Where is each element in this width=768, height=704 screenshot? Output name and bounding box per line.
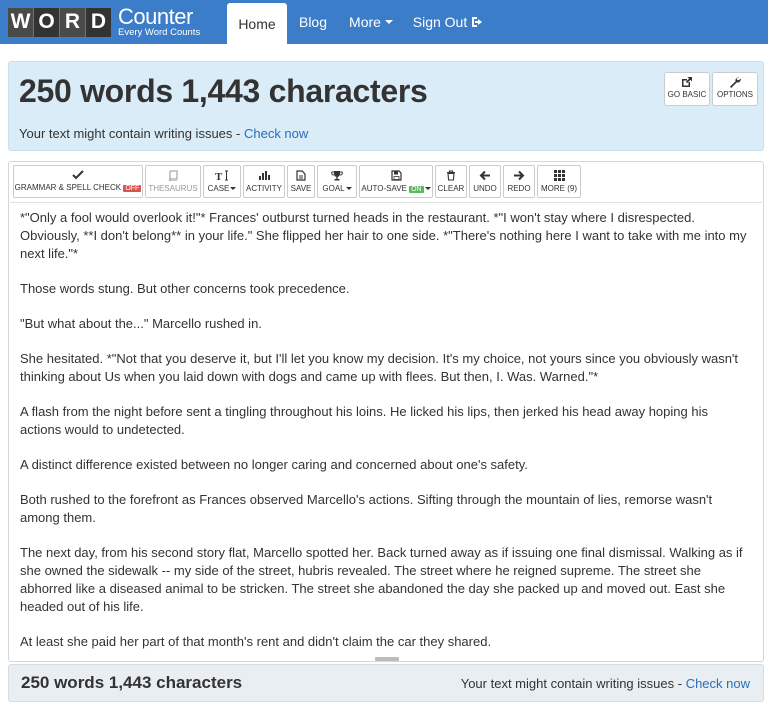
nav-sign-out-label: Sign Out	[412, 14, 468, 30]
save-label: SAVE	[290, 184, 312, 193]
paragraph: At least she paid her part of that month…	[20, 634, 492, 649]
footer-writing-issues-notice: Your text might contain writing issues -…	[461, 676, 750, 691]
more-tools-button[interactable]: MORE (9)	[537, 165, 581, 198]
chevron-down-icon	[384, 20, 393, 24]
options-label: OPTIONS	[716, 90, 753, 99]
auto-save-label: AUTO-SAVE	[361, 184, 407, 193]
nav-sign-out[interactable]: Sign Out	[410, 0, 488, 44]
auto-save-button[interactable]: AUTO-SAVE ON	[359, 165, 433, 198]
goal-button[interactable]: GOAL	[317, 165, 357, 198]
footer-word-character-count: 250 words 1,443 characters	[21, 673, 243, 692]
case-caret-icon	[230, 187, 237, 191]
summary-panel: 250 words 1,443 characters Your text mig…	[8, 61, 764, 151]
activity-label: ACTIVITY	[245, 184, 282, 193]
footer-writing-issues-text: Your text might contain writing issues -	[460, 676, 683, 691]
check-icon	[72, 170, 84, 180]
check-now-link[interactable]: Check now	[244, 126, 308, 141]
paragraph: The next day, from his second story flat…	[20, 545, 743, 614]
grammar-spell-check-button[interactable]: GRAMMAR & SPELL CHECK OFF	[13, 165, 143, 198]
clear-label: CLEAR	[437, 184, 465, 193]
writing-issues-text: Your text might contain writing issues -	[19, 126, 241, 141]
text-height-icon: T	[215, 170, 228, 181]
nav-more[interactable]: More	[345, 0, 397, 44]
external-link-icon	[682, 77, 692, 87]
undo-label: UNDO	[473, 184, 497, 193]
sign-out-icon	[472, 17, 483, 27]
nav-home[interactable]: Home	[227, 3, 287, 44]
goal-label: GOAL	[322, 184, 345, 193]
paragraph: Both rushed to the forefront as Frances …	[20, 492, 713, 525]
logo-letter-o: O	[34, 7, 59, 37]
editor-panel: GRAMMAR & SPELL CHECK OFF THESAURUS T CA…	[8, 161, 764, 662]
grammar-off-badge: OFF	[123, 185, 142, 192]
bar-chart-icon	[259, 171, 270, 180]
thesaurus-label: THESAURUS	[148, 184, 198, 193]
logo-letter-r: R	[60, 7, 85, 37]
nav-home-label: Home	[238, 15, 276, 32]
paragraph: A distinct difference existed between no…	[20, 457, 528, 472]
go-basic-button[interactable]: GO BASIC	[664, 72, 710, 106]
floppy-disk-icon	[390, 170, 402, 181]
auto-save-on-badge: ON	[409, 186, 424, 193]
more-tools-label: MORE (9)	[541, 184, 577, 193]
logo-letter-w: W	[8, 7, 33, 37]
thesaurus-button[interactable]: THESAURUS	[145, 165, 201, 198]
goal-caret-icon	[345, 187, 352, 191]
paragraph: "But what about the..." Marcello rushed …	[20, 316, 262, 331]
book-icon	[168, 170, 178, 181]
top-navbar: W O R D Counter Every Word Counts Home B…	[0, 0, 768, 44]
redo-label: REDO	[507, 184, 531, 193]
paragraph: A flash from the night before sent a tin…	[20, 404, 708, 437]
resize-handle[interactable]	[375, 657, 399, 661]
options-button[interactable]: OPTIONS	[712, 72, 758, 106]
trash-icon	[447, 170, 455, 181]
clear-button[interactable]: CLEAR	[435, 165, 467, 198]
nav-more-label: More	[349, 14, 381, 30]
logo-letter-d: D	[86, 7, 111, 37]
svg-text:T: T	[215, 171, 223, 181]
logo-text: Counter Every Word Counts	[118, 6, 200, 38]
wrench-icon	[730, 77, 741, 88]
case-label: CASE	[207, 184, 230, 193]
trophy-icon	[331, 171, 343, 181]
arrow-right-icon	[514, 170, 525, 181]
document-icon	[296, 170, 306, 181]
logo-tagline: Every Word Counts	[118, 27, 201, 39]
nav-blog[interactable]: Blog	[290, 0, 336, 44]
word-character-count: 250 words 1,443 characters	[19, 73, 428, 109]
undo-button[interactable]: UNDO	[469, 165, 501, 198]
logo-title: Counter	[118, 4, 193, 30]
grammar-label: GRAMMAR & SPELL CHECK	[14, 183, 122, 192]
activity-button[interactable]: ACTIVITY	[243, 165, 285, 198]
wordcounter-logo[interactable]: W O R D Counter Every Word Counts	[8, 5, 200, 39]
footer-summary-panel: 250 words 1,443 characters Your text mig…	[8, 664, 764, 702]
nav-blog-label: Blog	[298, 14, 328, 30]
paragraph: *"Only a fool would overlook it!"* Franc…	[20, 210, 747, 261]
case-button[interactable]: T CASE	[203, 165, 241, 198]
paragraph: Those words stung. But other concerns to…	[20, 281, 350, 296]
go-basic-label: GO BASIC	[667, 90, 707, 99]
arrow-left-icon	[479, 170, 490, 181]
paragraph: She hesitated. *"Not that you deserve it…	[20, 351, 739, 384]
save-button[interactable]: SAVE	[287, 165, 315, 198]
text-editor[interactable]: *"Only a fool would overlook it!"* Franc…	[10, 202, 762, 650]
auto-save-caret-icon	[424, 187, 431, 191]
footer-check-now-link[interactable]: Check now	[686, 676, 750, 691]
redo-button[interactable]: REDO	[503, 165, 535, 198]
grid-icon	[553, 170, 565, 181]
writing-issues-notice: Your text might contain writing issues -…	[19, 126, 308, 141]
